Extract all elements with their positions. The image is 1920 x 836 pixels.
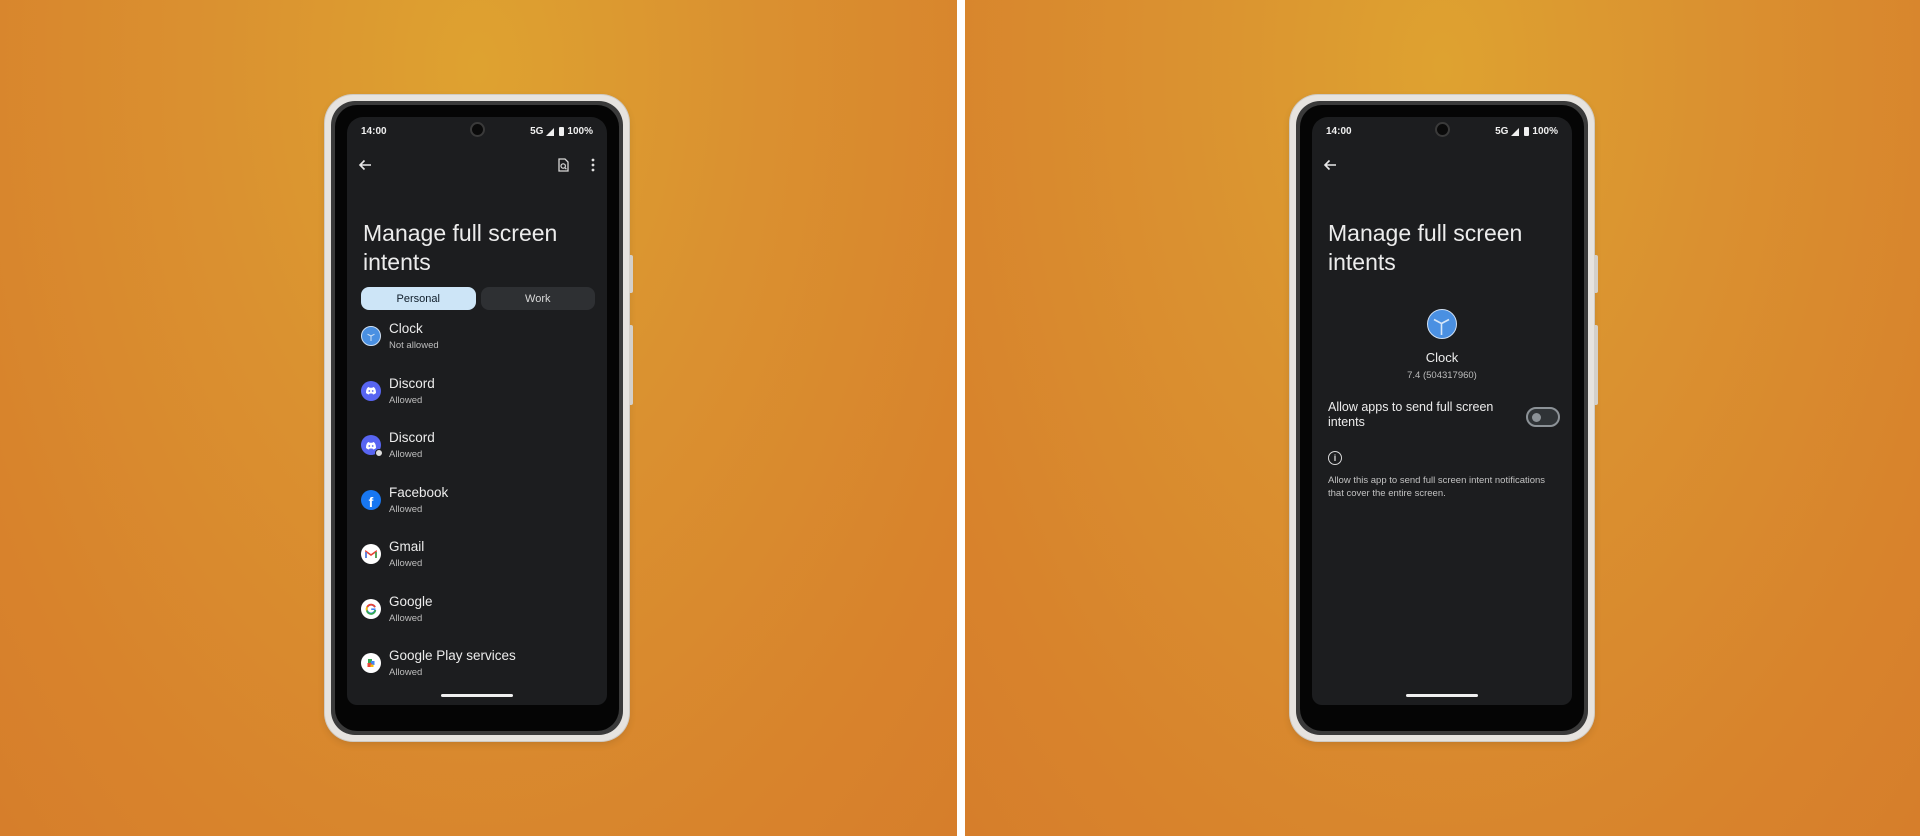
list-item-discord[interactable]: Discord Allowed [347, 371, 607, 426]
battery-icon [559, 127, 565, 136]
tab-work[interactable]: Work [480, 287, 595, 310]
app-status: Allowed [389, 667, 423, 678]
search-button[interactable] [551, 153, 575, 177]
front-camera [1435, 122, 1450, 137]
app-name: Clock [1425, 350, 1459, 365]
discord-icon [361, 380, 381, 401]
clock-icon [1427, 309, 1457, 339]
info-icon: i [1328, 451, 1342, 465]
tab-personal[interactable]: Personal [361, 287, 476, 310]
battery-level: 100% [567, 126, 593, 137]
search-document-icon [558, 158, 569, 172]
app-list: Clock Not allowed Discord Allowed Discor… [347, 316, 607, 698]
page-title: Manage full screen intents [1328, 220, 1523, 275]
arrow-left-icon [358, 159, 371, 171]
signal-icon [1511, 127, 1520, 136]
app-status: Allowed [389, 558, 423, 569]
profile-tabs: Personal Work [361, 287, 595, 310]
right-phone: 14:00 5G 100% Manage full screen intents [1290, 95, 1598, 741]
facebook-icon: f [361, 489, 381, 510]
list-item-discord-work[interactable]: Discord Allowed [347, 425, 607, 480]
volume-button [1594, 325, 1598, 405]
google-play-services-icon [361, 653, 381, 673]
status-bar: 14:00 5G 100% [347, 117, 607, 145]
app-name: Clock [389, 321, 423, 336]
info-description: Allow this app to send full screen inten… [1328, 475, 1546, 499]
work-badge-icon [375, 449, 383, 457]
discord-work-icon [361, 435, 383, 457]
page-title: Manage full screen intents [363, 220, 558, 275]
app-name: Google [389, 593, 433, 609]
app-status: Allowed [389, 612, 423, 624]
battery-icon [1524, 127, 1530, 136]
status-time: 14:00 [1326, 126, 1352, 137]
arrow-left-icon [1323, 159, 1336, 171]
network-type: 5G [530, 126, 544, 137]
app-name: Facebook [389, 484, 449, 500]
app-bar [1312, 153, 1572, 183]
allow-setting-label: Allow apps to send full screen intents [1328, 400, 1494, 429]
app-name: Gmail [389, 539, 425, 554]
app-detail-screen: 14:00 5G 100% Manage full screen intents [1312, 117, 1572, 705]
gmail-icon [361, 544, 381, 564]
app-status: Allowed [389, 394, 423, 406]
battery-level: 100% [1532, 126, 1558, 137]
status-time: 14:00 [361, 126, 387, 137]
front-camera [470, 122, 485, 137]
list-item-google-play-services[interactable]: Google Play services Allowed [347, 643, 607, 698]
app-name: Discord [389, 375, 435, 391]
more-options-button[interactable] [581, 153, 605, 177]
back-button[interactable] [1318, 153, 1342, 177]
app-bar [347, 153, 607, 183]
signal-icon [546, 127, 555, 136]
clock-icon [361, 326, 381, 346]
app-status: Not allowed [389, 340, 439, 351]
toggle-knob [1532, 413, 1541, 422]
list-item-google[interactable]: Google Allowed [347, 589, 607, 644]
app-name: Discord [389, 430, 435, 445]
list-item-facebook[interactable]: f Facebook Allowed [347, 480, 607, 535]
more-vert-icon [591, 158, 595, 172]
list-item-clock[interactable]: Clock Not allowed [347, 316, 607, 371]
panel-divider [957, 0, 965, 836]
status-bar: 14:00 5G 100% [1312, 117, 1572, 145]
home-indicator[interactable] [441, 694, 513, 697]
power-button [629, 255, 633, 293]
power-button [1594, 255, 1598, 293]
back-button[interactable] [353, 153, 377, 177]
app-version: 7.4 (504317960) [1407, 370, 1477, 381]
allow-full-screen-intents-toggle[interactable] [1526, 407, 1560, 427]
network-type: 5G [1495, 126, 1509, 137]
google-icon [361, 598, 381, 619]
list-item-gmail[interactable]: Gmail Allowed [347, 534, 607, 589]
app-list-screen: 14:00 5G 100% Manage full screen intents… [347, 117, 607, 705]
home-indicator[interactable] [1406, 694, 1478, 697]
app-status: Allowed [389, 449, 423, 460]
left-phone: 14:00 5G 100% Manage full screen intents… [325, 95, 633, 741]
volume-button [629, 325, 633, 405]
app-status: Allowed [389, 503, 423, 515]
app-name: Google Play services [389, 648, 516, 663]
